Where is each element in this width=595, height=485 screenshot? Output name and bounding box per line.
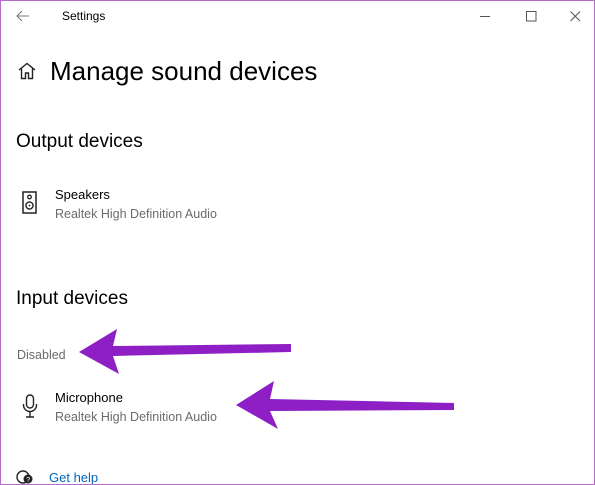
annotation-arrow-icon (79, 329, 291, 374)
back-button[interactable] (9, 5, 37, 27)
app-title: Settings (62, 9, 106, 23)
settings-window: Settings Manage sound devices Output dev… (0, 0, 595, 485)
page-title: Manage sound devices (50, 56, 318, 86)
close-button[interactable] (553, 1, 594, 32)
device-description: Realtek High Definition Audio (55, 410, 217, 424)
output-devices-heading: Output devices (16, 131, 143, 152)
svg-text:?: ? (26, 477, 30, 484)
device-speakers[interactable]: Speakers Realtek High Definition Audio (16, 187, 276, 231)
annotation-arrow-icon (236, 381, 454, 429)
device-description: Realtek High Definition Audio (55, 207, 217, 221)
minimize-icon (480, 16, 490, 17)
home-icon[interactable] (17, 62, 37, 80)
maximize-button[interactable] (509, 1, 555, 32)
disabled-status-label: Disabled (17, 348, 66, 362)
maximize-icon (526, 11, 537, 22)
device-name: Speakers (55, 187, 110, 202)
get-help-link[interactable]: Get help (49, 470, 98, 484)
speaker-icon (22, 191, 37, 214)
minimize-button[interactable] (463, 1, 509, 32)
title-bar: Settings (1, 1, 594, 32)
back-arrow-icon (16, 10, 29, 22)
microphone-icon (22, 394, 38, 418)
help-chat-icon: ? (16, 470, 33, 484)
input-devices-heading: Input devices (16, 288, 128, 309)
close-icon (570, 11, 581, 22)
device-name: Microphone (55, 390, 123, 405)
